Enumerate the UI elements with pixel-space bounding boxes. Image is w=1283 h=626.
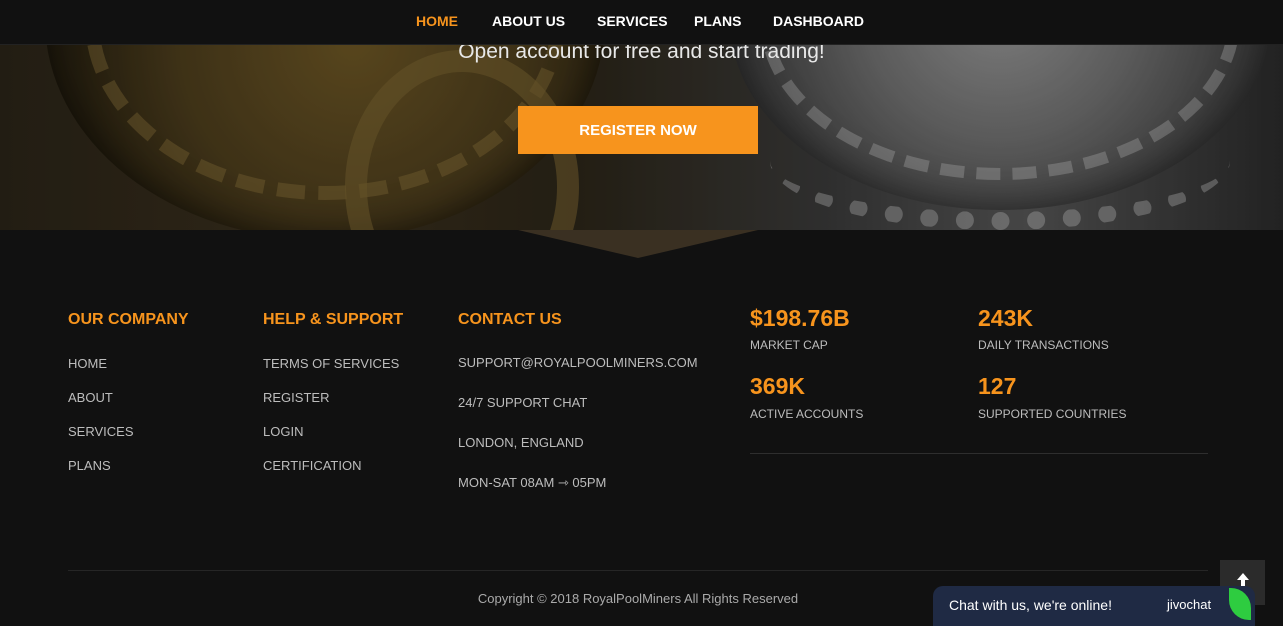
footer-divider [68,570,1208,571]
section-divider-notch [518,230,758,258]
nav-plans[interactable]: PLANS [694,13,741,29]
stats-divider [750,453,1208,454]
footer-link-about[interactable]: ABOUT [68,390,113,405]
footer-link-certification[interactable]: CERTIFICATION [263,458,361,473]
jivochat-leaf-icon [1229,588,1251,620]
footer-link-home[interactable]: HOME [68,356,107,371]
footer-link-terms[interactable]: TERMS OF SERVICES [263,356,399,371]
stat-daily-transactions-value: 243K [978,305,1033,331]
stat-active-accounts-label: ACTIVE ACCOUNTS [750,407,864,421]
stat-active-accounts-value: 369K [750,373,805,399]
stat-supported-countries-value: 127 [978,373,1017,399]
stat-daily-transactions-label: DAILY TRANSACTIONS [978,338,1109,352]
nav-dashboard[interactable]: DASHBOARD [773,13,864,29]
stat-supported-countries-label: SUPPORTED COUNTRIES [978,407,1127,421]
contact-location: LONDON, ENGLAND [458,435,584,450]
contact-support-chat[interactable]: 24/7 SUPPORT CHAT [458,395,587,410]
chat-brand-label: jivochat [1167,597,1212,612]
footer-company-title: OUR COMPANY [68,311,189,328]
footer-link-services[interactable]: SERVICES [68,424,134,439]
footer-link-login[interactable]: LOGIN [263,424,303,439]
stat-market-cap-value: $198.76B [750,305,850,331]
stat-market-cap-label: MARKET CAP [750,338,828,352]
footer-help-title: HELP & SUPPORT [263,311,404,328]
nav-services[interactable]: SERVICES [597,13,668,29]
footer-link-register[interactable]: REGISTER [263,390,329,405]
nav-about-us[interactable]: ABOUT US [492,13,565,29]
nav-home[interactable]: HOME [416,13,458,29]
contact-email[interactable]: SUPPORT@ROYALPOOLMINERS.COM [458,355,698,370]
live-chat-widget[interactable]: Chat with us, we're online! jivochat [933,586,1255,626]
chat-status-text: Chat with us, we're online! [949,597,1112,613]
contact-hours: MON-SAT 08AM ⇾ 05PM [458,475,607,490]
footer-contact-title: CONTACT US [458,311,562,328]
footer-link-plans[interactable]: PLANS [68,458,111,473]
top-navigation: HOME ABOUT US SERVICES PLANS DASHBOARD [0,0,1283,45]
register-now-button[interactable]: REGISTER NOW [518,106,758,154]
